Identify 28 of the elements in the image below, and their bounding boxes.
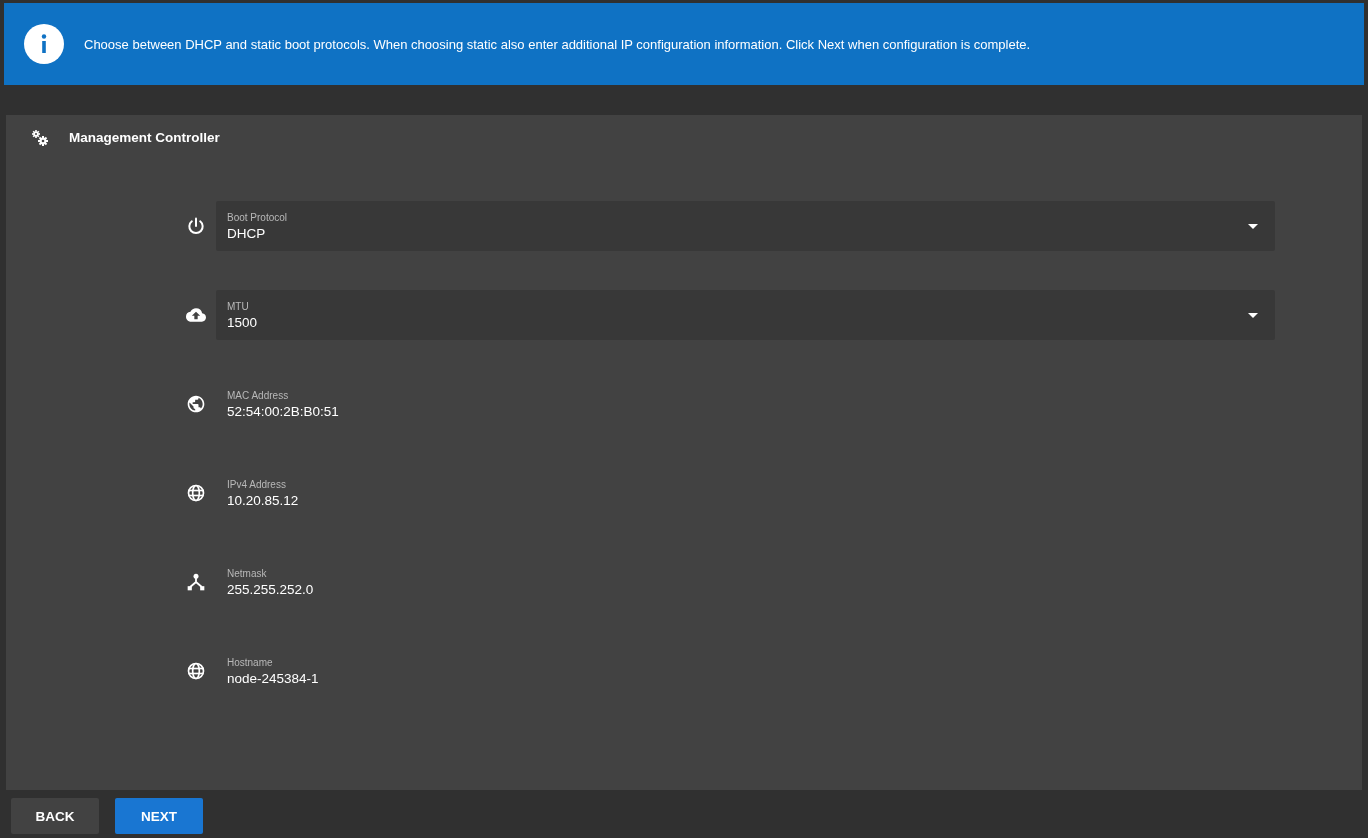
globe-icon — [186, 483, 206, 503]
next-button[interactable]: NEXT — [115, 798, 203, 834]
field-label: MAC Address — [227, 389, 290, 401]
field-value: DHCP — [227, 225, 267, 241]
field-label: Boot Protocol — [227, 211, 288, 223]
gears-icon — [31, 128, 49, 147]
cloud-upload-icon — [186, 305, 206, 325]
globe-icon — [186, 661, 206, 681]
back-button[interactable]: BACK — [11, 798, 99, 834]
field-value: 1500 — [227, 314, 258, 330]
field-value: 52:54:00:2B:B0:51 — [227, 403, 340, 419]
card-title: Management Controller — [69, 130, 220, 145]
caret-icon — [1248, 223, 1258, 229]
field-label: Netmask — [227, 567, 268, 579]
dropdown-field[interactable]: Boot Protocol DHCP — [216, 201, 1275, 251]
field-value: node-245384-1 — [227, 670, 320, 686]
caret-icon — [1248, 312, 1258, 318]
power-icon — [186, 216, 206, 236]
info-icon — [24, 24, 64, 64]
field-value: 10.20.85.12 — [227, 492, 300, 508]
field-label: IPv4 Address — [227, 478, 287, 490]
network-icon — [186, 572, 206, 592]
globe-icon — [186, 394, 206, 414]
dropdown-field[interactable]: MTU 1500 — [216, 290, 1275, 340]
field-label: MTU — [227, 300, 250, 312]
field-label: Hostname — [227, 656, 274, 668]
banner-message: Choose between DHCP and static boot protocols. When choosing static also enter additional IP configuration information. Click Next when configuration is complete. — [84, 36, 1031, 52]
field-value: 255.255.252.0 — [227, 581, 315, 597]
